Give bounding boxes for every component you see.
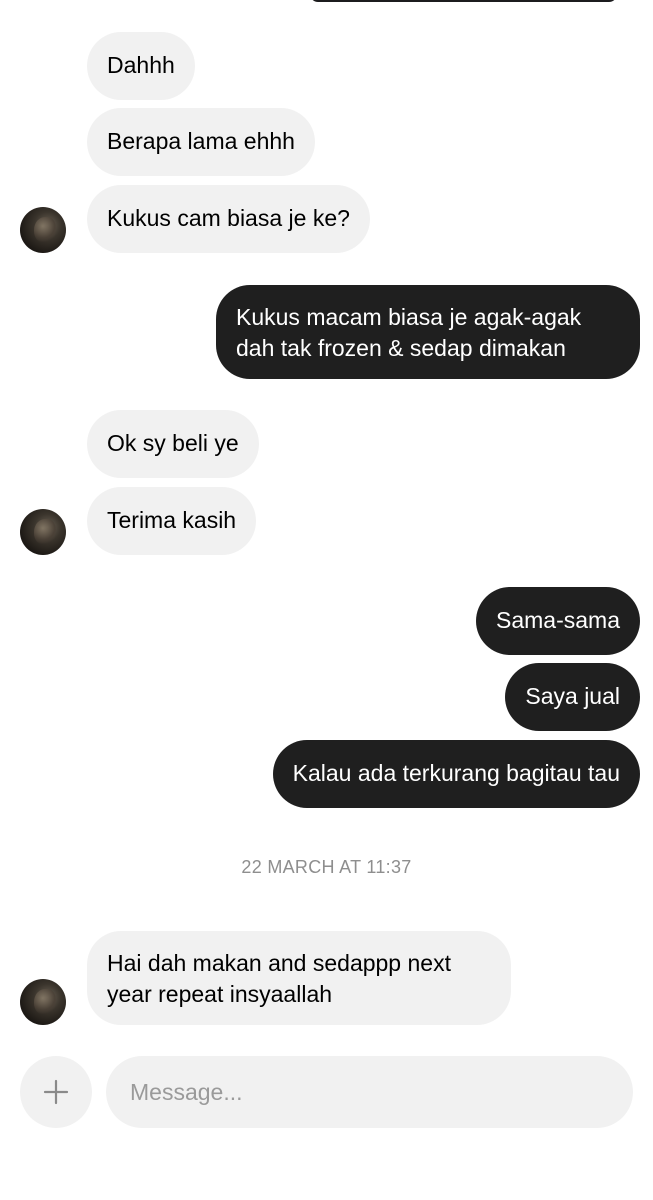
- incoming-message[interactable]: Kukus cam biasa je ke?: [87, 185, 370, 253]
- previous-message-bubble-edge: [310, 0, 617, 2]
- incoming-message[interactable]: Ok sy beli ye: [87, 410, 259, 478]
- incoming-message[interactable]: Terima kasih: [87, 487, 257, 555]
- outgoing-message[interactable]: Saya jual: [505, 663, 640, 731]
- incoming-message[interactable]: Dahhh: [87, 32, 195, 100]
- add-attachment-button[interactable]: [20, 1056, 92, 1128]
- message-input[interactable]: [128, 1077, 611, 1107]
- contact-avatar[interactable]: [20, 207, 66, 253]
- incoming-message[interactable]: Hai dah makan and sedappp next year repe…: [87, 931, 511, 1025]
- incoming-message[interactable]: Berapa lama ehhh: [87, 108, 315, 176]
- outgoing-message[interactable]: Kalau ada terkurang bagitau tau: [272, 740, 640, 808]
- outgoing-message[interactable]: Kukus macam biasa je agak-agak dah tak f…: [216, 285, 640, 379]
- message-composer[interactable]: [106, 1056, 633, 1128]
- outgoing-message[interactable]: Sama-sama: [476, 587, 640, 655]
- message-timestamp: 22 MARCH AT 11:37: [241, 857, 412, 877]
- contact-avatar[interactable]: [20, 509, 66, 555]
- contact-avatar[interactable]: [20, 979, 66, 1025]
- plus-icon: [43, 1079, 69, 1105]
